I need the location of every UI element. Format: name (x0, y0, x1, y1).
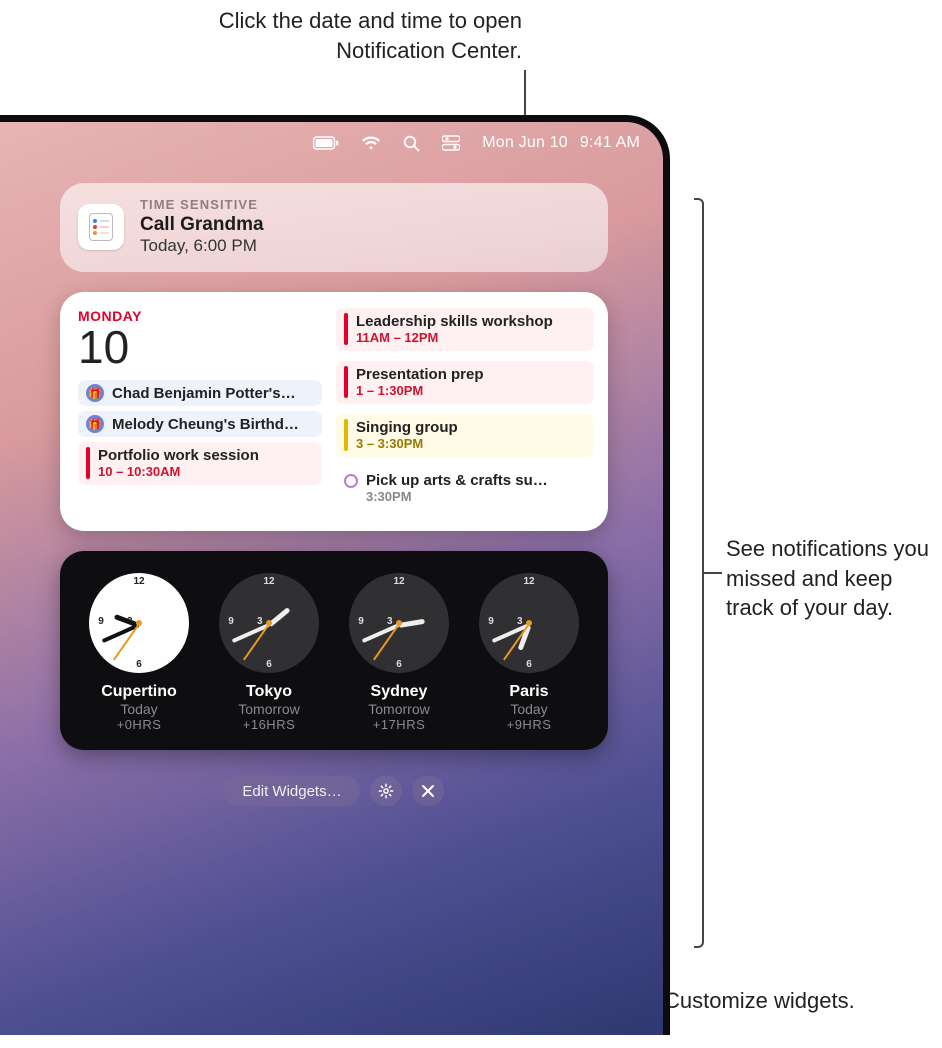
event-title: Singing group (356, 419, 586, 436)
calendar-event[interactable]: Pick up arts & crafts su…3:30PM (336, 467, 594, 510)
calendar-event[interactable]: Singing group3 – 3:30PM (336, 414, 594, 457)
clock-offset: +17HRS (339, 717, 459, 732)
menu-bar-datetime[interactable]: Mon Jun 10 9:41 AM (482, 134, 640, 152)
event-title: Presentation prep (356, 366, 586, 383)
calendar-event[interactable]: Leadership skills workshop11AM – 12PM (336, 308, 594, 351)
notification-title: Call Grandma (140, 214, 588, 236)
clock-offset: +16HRS (209, 717, 329, 732)
menu-bar-date: Mon Jun 10 (482, 134, 568, 152)
event-title: Leadership skills workshop (356, 313, 586, 330)
clock-dayrel: Tomorrow (209, 701, 329, 717)
gear-icon (378, 783, 394, 799)
clock-face: 12369 (219, 573, 319, 673)
world-clock-paris[interactable]: 12369 ParisToday+9HRS (469, 573, 589, 732)
edit-widgets-row: Edit Widgets… (224, 776, 443, 806)
callout-line-right (704, 572, 722, 574)
callout-right: See notifications you missed and keep tr… (726, 534, 936, 623)
callout-bracket (694, 198, 704, 948)
edit-widgets-button[interactable]: Edit Widgets… (224, 776, 359, 806)
clock-city: Sydney (339, 683, 459, 701)
mac-display-corner: Mon Jun 10 9:41 AM TIME SENSITIVE Call G… (0, 115, 670, 1035)
event-ring-icon (344, 474, 358, 488)
battery-icon[interactable] (313, 136, 339, 150)
menu-bar-time: 9:41 AM (580, 134, 640, 152)
callout-bottom: Customize widgets. (664, 986, 864, 1016)
calendar-event[interactable]: 🎁 Melody Cheung's Birthd… (78, 411, 322, 437)
event-time: 1 – 1:30PM (356, 383, 586, 398)
close-icon (421, 784, 435, 798)
clock-face: 12369 (349, 573, 449, 673)
world-clock-tokyo[interactable]: 12369 TokyoTomorrow+16HRS (209, 573, 329, 732)
world-clock-sydney[interactable]: 12369 SydneyTomorrow+17HRS (339, 573, 459, 732)
event-title: Pick up arts & crafts su… (366, 472, 586, 489)
search-icon[interactable] (403, 135, 420, 152)
clock-city: Tokyo (209, 683, 329, 701)
wifi-icon[interactable] (361, 136, 381, 151)
event-time: 3:30PM (366, 489, 586, 504)
calendar-widget[interactable]: MONDAY 10 🎁Chad Benjamin Potter's…🎁Melod… (60, 292, 608, 531)
event-time: 3 – 3:30PM (356, 436, 586, 451)
world-clock-widget[interactable]: 12369CupertinoToday+0HRS12369TokyoTomorr… (60, 551, 608, 750)
gift-icon: 🎁 (86, 384, 104, 402)
callout-top: Click the date and time to open Notifica… (162, 6, 522, 65)
calendar-event[interactable]: 🎁 Chad Benjamin Potter's… (78, 380, 322, 406)
calendar-day-number: 10 (78, 324, 322, 370)
event-title: Portfolio work session (98, 447, 314, 464)
notification-subtitle: Today, 6:00 PM (140, 236, 588, 256)
calendar-event[interactable]: Presentation prep1 – 1:30PM (336, 361, 594, 404)
event-title: Melody Cheung's Birthd… (112, 416, 299, 433)
clock-face: 12369 (479, 573, 579, 673)
menu-bar: Mon Jun 10 9:41 AM (0, 127, 658, 159)
notification-center: TIME SENSITIVE Call Grandma Today, 6:00 … (60, 183, 608, 806)
event-title: Chad Benjamin Potter's… (112, 385, 296, 402)
clock-dayrel: Tomorrow (339, 701, 459, 717)
widget-settings-button[interactable] (370, 776, 402, 806)
clock-offset: +9HRS (469, 717, 589, 732)
clock-city: Cupertino (79, 683, 199, 701)
calendar-event[interactable]: Portfolio work session10 – 10:30AM (78, 442, 322, 485)
control-center-icon[interactable] (442, 135, 460, 151)
close-widgets-button[interactable] (412, 776, 444, 806)
clock-city: Paris (469, 683, 589, 701)
gift-icon: 🎁 (86, 415, 104, 433)
notification-eyebrow: TIME SENSITIVE (140, 197, 588, 212)
clock-face: 12369 (89, 573, 189, 673)
clock-dayrel: Today (79, 701, 199, 717)
reminders-app-icon (78, 204, 124, 250)
clock-dayrel: Today (469, 701, 589, 717)
event-time: 11AM – 12PM (356, 330, 586, 345)
reminder-notification[interactable]: TIME SENSITIVE Call Grandma Today, 6:00 … (60, 183, 608, 272)
clock-offset: +0HRS (79, 717, 199, 732)
desktop: Mon Jun 10 9:41 AM TIME SENSITIVE Call G… (0, 127, 658, 1035)
event-time: 10 – 10:30AM (98, 464, 314, 479)
world-clock-cupertino[interactable]: 12369 CupertinoToday+0HRS (79, 573, 199, 732)
